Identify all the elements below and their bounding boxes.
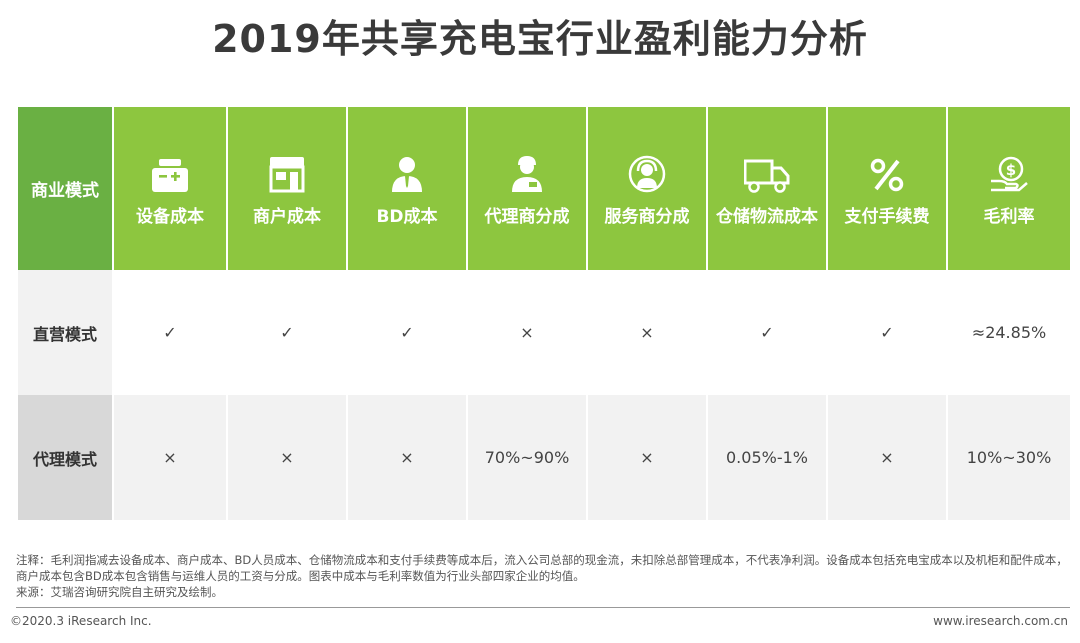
col-header-merchant-cost: 商户成本 [228,107,346,270]
col-label: 仓储物流成本 [716,206,818,227]
table-cell: ✓ [828,270,946,395]
table-cell: × [588,395,706,520]
col-label: 代理商分成 [484,206,570,227]
row-header-agent: 代理模式 [18,395,112,520]
table-cell: × [348,395,466,520]
col-header-payment-fee: 支付手续费 [828,107,946,270]
svg-text:$: $ [1006,161,1016,179]
col-label: 支付手续费 [844,206,930,227]
col-header-logistics-cost: 仓储物流成本 [708,107,826,270]
table-cell: × [468,270,586,395]
money-hand-icon: $ [989,155,1029,198]
service-headset-icon [628,155,666,198]
agent-person-icon [509,155,545,198]
col-header-agent-share: 代理商分成 [468,107,586,270]
table-cell: ✓ [228,270,346,395]
table-row-agent: 代理模式 × × × 70%~90% × 0.05%-1% × 10%~30% [18,395,1070,520]
note-text: 注释：毛利润指减去设备成本、商户成本、BD人员成本、仓储物流成本和支付手续费等成… [16,553,1068,583]
source-text: 来源：艾瑞咨询研究院自主研究及绘制。 [16,585,223,599]
col-label: 毛利率 [983,206,1035,227]
table-cell: ✓ [708,270,826,395]
table-cell: × [228,395,346,520]
table-cell: × [828,395,946,520]
storefront-icon [268,155,306,198]
table-cell: 0.05%-1% [708,395,826,520]
table-cell: × [588,270,706,395]
col-label: 服务商分成 [604,206,690,227]
header-row: 商业模式 设备成本 商户成本 BD成本 代理商分成 服务商分成 仓储物流成本 支… [18,107,1070,270]
table-cell: 10%~30% [948,395,1070,520]
col-label: BD成本 [376,206,438,227]
table-cell: ✓ [114,270,226,395]
business-person-icon [389,155,425,198]
corner-header: 商业模式 [18,107,112,270]
copyright-text: ©2020.3 iResearch Inc. [10,614,152,628]
col-label: 商户成本 [253,206,321,227]
page-title: 2019年共享充电宝行业盈利能力分析 [212,17,868,61]
corner-label: 商业模式 [31,181,99,201]
table-cell: × [114,395,226,520]
charging-device-icon [150,158,190,198]
col-header-bd-cost: BD成本 [348,107,466,270]
col-header-service-share: 服务商分成 [588,107,706,270]
table-row-direct: 直营模式 ✓ ✓ ✓ × × ✓ ✓ ≈24.85% [18,270,1070,395]
footer-divider [16,607,1070,608]
profitability-table: 商业模式 设备成本 商户成本 BD成本 代理商分成 服务商分成 仓储物流成本 支… [16,107,1072,520]
table-cell: ✓ [348,270,466,395]
row-header-direct: 直营模式 [18,270,112,395]
col-label: 设备成本 [136,206,204,227]
table-cell: ≈24.85% [948,270,1070,395]
footnotes: 注释：毛利润指减去设备成本、商户成本、BD人员成本、仓储物流成本和支付手续费等成… [16,552,1070,600]
website-link[interactable]: www.iresearch.com.cn [933,614,1068,628]
table-cell: 70%~90% [468,395,586,520]
col-header-gross-margin: $ 毛利率 [948,107,1070,270]
delivery-truck-icon [743,159,790,198]
col-header-device-cost: 设备成本 [114,107,226,270]
percent-icon [869,157,905,198]
